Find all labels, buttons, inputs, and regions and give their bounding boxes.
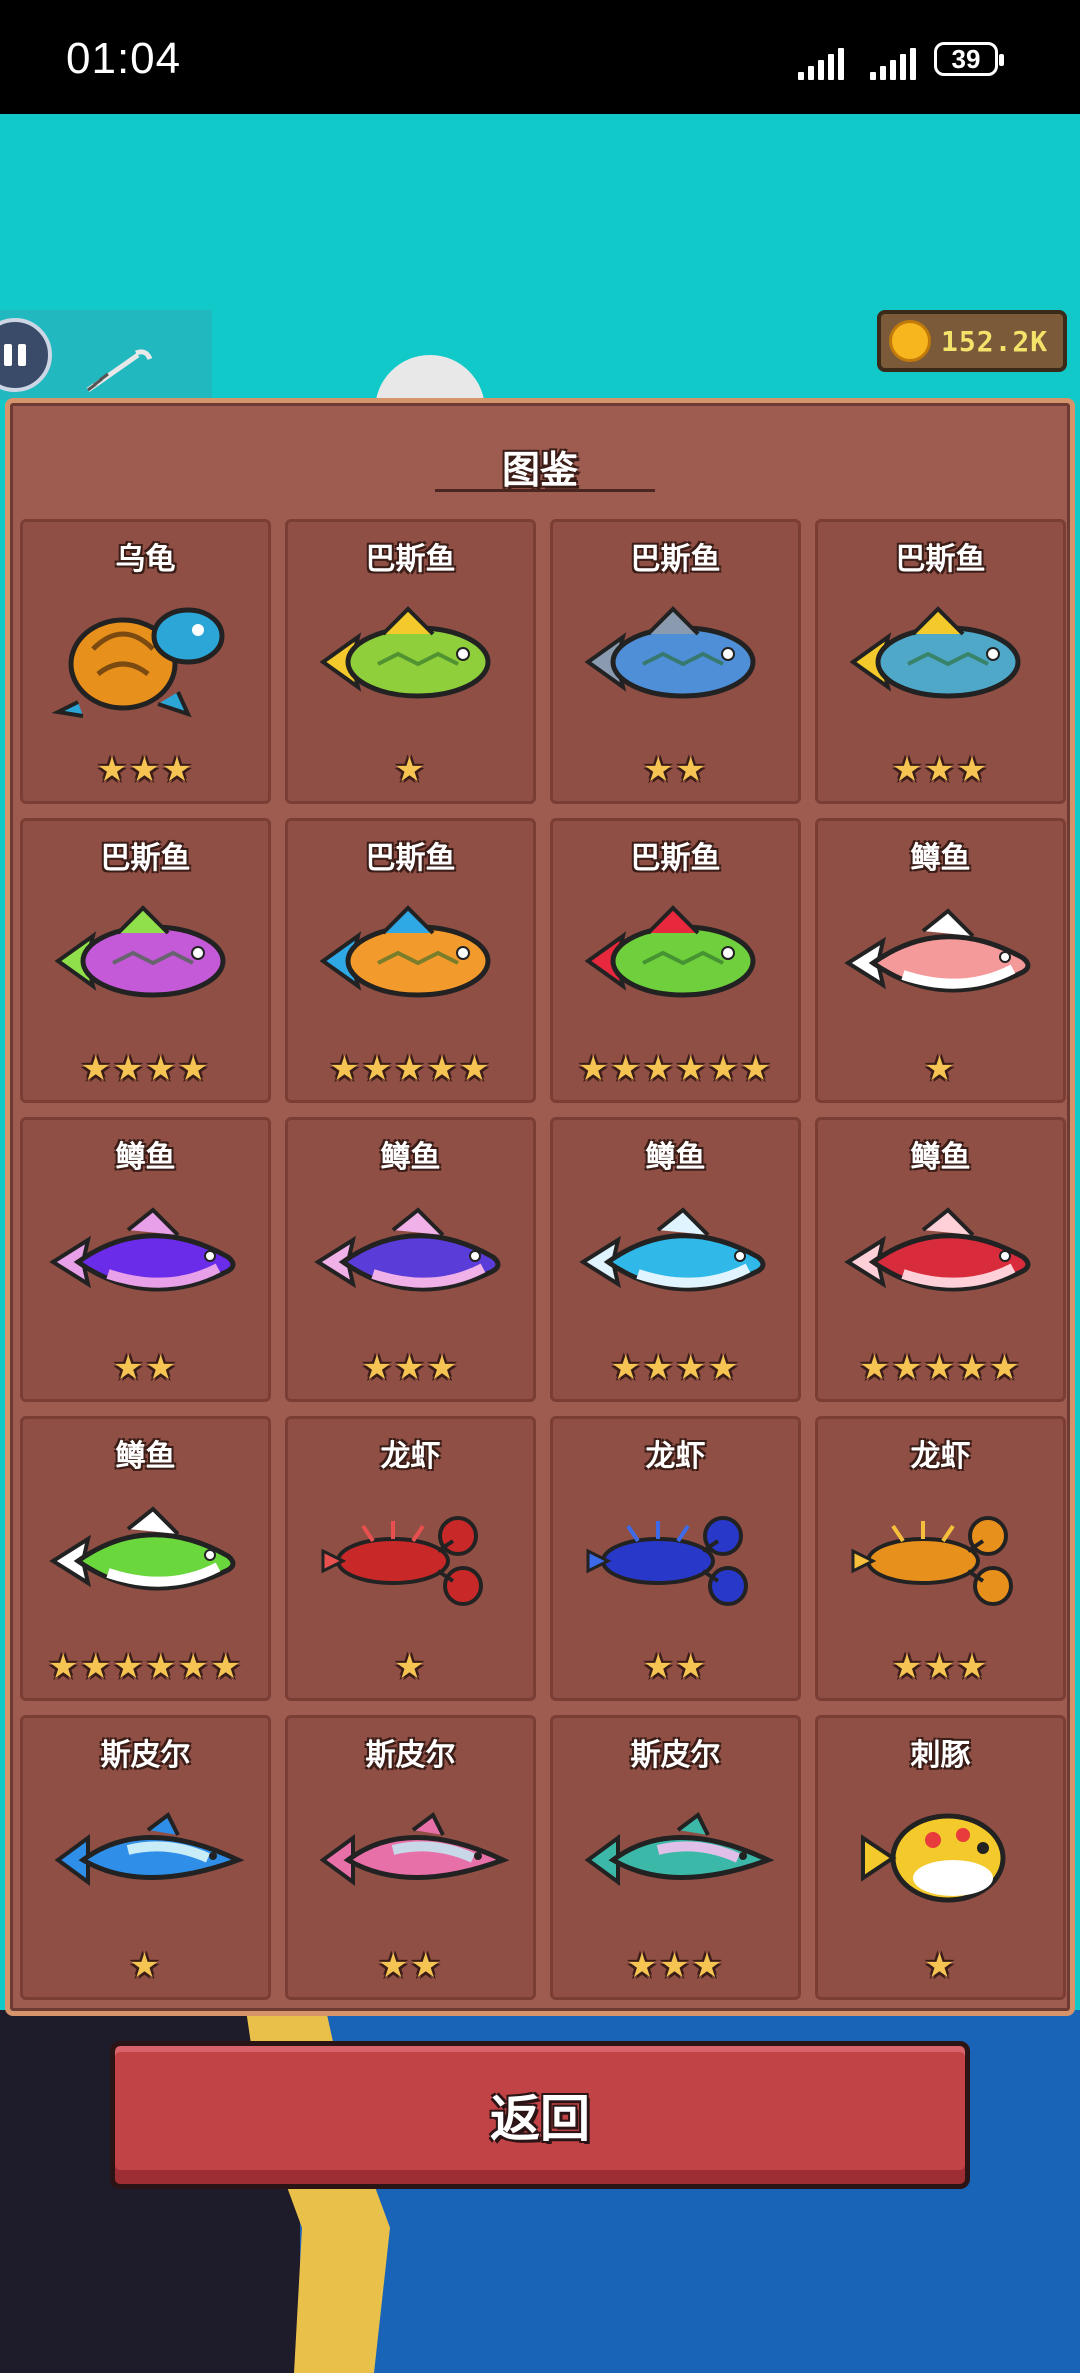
collection-card[interactable]: 刺豚 ★ xyxy=(815,1715,1066,2000)
collection-card[interactable]: 巴斯鱼 ★★★★ xyxy=(20,818,271,1103)
title-underline xyxy=(435,489,655,492)
collection-card[interactable]: 龙虾 ★★ xyxy=(550,1416,801,1701)
trout-icon xyxy=(833,883,1048,1033)
signal-icon-2 xyxy=(870,40,918,80)
star-rating: ★ xyxy=(394,1647,427,1687)
card-name: 巴斯鱼 xyxy=(100,841,191,876)
star-rating: ★★★ xyxy=(891,750,990,790)
collection-grid: 乌龟 ★★★巴斯鱼 ★巴斯鱼 ★★巴斯鱼 ★★★巴斯鱼 ★★★★巴斯鱼 xyxy=(20,519,1070,2000)
card-name: 斯皮尔 xyxy=(100,1738,191,1773)
collection-card[interactable]: 龙虾 ★★★ xyxy=(815,1416,1066,1701)
bass-fish-icon xyxy=(38,883,253,1033)
bass-fish-icon xyxy=(568,883,783,1033)
collection-card[interactable]: 鳟鱼 ★★★★ xyxy=(550,1117,801,1402)
star-rating: ★★★ xyxy=(891,1647,990,1687)
lobster-icon xyxy=(833,1481,1048,1631)
collection-card[interactable]: 鳟鱼 ★ xyxy=(815,818,1066,1103)
bass-fish-icon xyxy=(303,584,518,734)
star-rating: ★★ xyxy=(378,1946,443,1986)
collection-card[interactable]: 鳟鱼 ★★★ xyxy=(285,1117,536,1402)
collection-card[interactable]: 巴斯鱼 ★ xyxy=(285,519,536,804)
back-button[interactable]: 返回 xyxy=(110,2041,970,2189)
collection-card[interactable]: 龙虾 ★ xyxy=(285,1416,536,1701)
card-name: 鳟鱼 xyxy=(910,841,971,876)
collection-card[interactable]: 乌龟 ★★★ xyxy=(20,519,271,804)
coin-counter: 152.2K xyxy=(877,310,1067,372)
star-rating: ★★ xyxy=(643,750,708,790)
trout-icon xyxy=(568,1182,783,1332)
star-rating: ★★★ xyxy=(96,750,195,790)
bass-fish-icon xyxy=(568,584,783,734)
fishing-hook-icon[interactable] xyxy=(78,345,158,395)
star-rating: ★ xyxy=(924,1049,957,1089)
card-name: 斯皮尔 xyxy=(630,1738,721,1773)
collection-card[interactable]: 斯皮尔 ★★ xyxy=(285,1715,536,2000)
panel-title: 图鉴 xyxy=(501,448,578,492)
card-name: 乌龟 xyxy=(115,542,176,577)
card-name: 刺豚 xyxy=(910,1738,971,1773)
lobster-icon xyxy=(568,1481,783,1631)
card-name: 龙虾 xyxy=(380,1439,441,1474)
star-rating: ★ xyxy=(394,750,427,790)
collection-card[interactable]: 鳟鱼 ★★★★★ xyxy=(815,1117,1066,1402)
card-name: 龙虾 xyxy=(910,1439,971,1474)
card-name: 斯皮尔 xyxy=(365,1738,456,1773)
collection-card[interactable]: 巴斯鱼 ★★★★★★ xyxy=(550,818,801,1103)
card-name: 鳟鱼 xyxy=(910,1140,971,1175)
trout-icon xyxy=(303,1182,518,1332)
star-rating: ★★★ xyxy=(626,1946,725,1986)
coin-icon xyxy=(889,320,931,362)
star-rating: ★★ xyxy=(113,1348,178,1388)
star-rating: ★★ xyxy=(643,1647,708,1687)
star-rating: ★★★★ xyxy=(610,1348,741,1388)
bass-fish-icon xyxy=(833,584,1048,734)
star-rating: ★★★★★★ xyxy=(48,1647,243,1687)
star-rating: ★★★★★ xyxy=(859,1348,1022,1388)
turtle-icon xyxy=(38,584,253,734)
star-rating: ★ xyxy=(924,1946,957,1986)
collection-card[interactable]: 鳟鱼 ★★ xyxy=(20,1117,271,1402)
star-rating: ★★★★★★ xyxy=(578,1049,773,1089)
card-name: 巴斯鱼 xyxy=(630,542,721,577)
trout-icon xyxy=(833,1182,1048,1332)
card-name: 巴斯鱼 xyxy=(630,841,721,876)
star-rating: ★ xyxy=(129,1946,162,1986)
card-name: 巴斯鱼 xyxy=(365,841,456,876)
card-name: 龙虾 xyxy=(645,1439,706,1474)
collection-card[interactable]: 巴斯鱼 ★★ xyxy=(550,519,801,804)
card-name: 巴斯鱼 xyxy=(365,542,456,577)
collection-card[interactable]: 巴斯鱼 ★★★★★ xyxy=(285,818,536,1103)
signal-icon xyxy=(798,40,846,80)
spear-fish-icon xyxy=(568,1780,783,1930)
battery-icon: 39 xyxy=(934,42,1004,76)
collection-card[interactable]: 斯皮尔 ★★★ xyxy=(550,1715,801,2000)
card-name: 鳟鱼 xyxy=(115,1439,176,1474)
status-bar: 01:04 39 xyxy=(0,0,1080,114)
trout-icon xyxy=(38,1481,253,1631)
collection-card[interactable]: 鳟鱼 ★★★★★★ xyxy=(20,1416,271,1701)
card-name: 鳟鱼 xyxy=(645,1140,706,1175)
trout-icon xyxy=(38,1182,253,1332)
pufferfish-icon xyxy=(833,1780,1048,1930)
card-name: 巴斯鱼 xyxy=(895,542,986,577)
bass-fish-icon xyxy=(303,883,518,1033)
status-time: 01:04 xyxy=(66,34,182,83)
star-rating: ★★★★★ xyxy=(329,1049,492,1089)
card-name: 鳟鱼 xyxy=(380,1140,441,1175)
collection-card[interactable]: 巴斯鱼 ★★★ xyxy=(815,519,1066,804)
star-rating: ★★★★ xyxy=(80,1049,211,1089)
coin-value: 152.2K xyxy=(941,324,1049,358)
card-name: 鳟鱼 xyxy=(115,1140,176,1175)
collection-card[interactable]: 斯皮尔 ★ xyxy=(20,1715,271,2000)
star-rating: ★★★ xyxy=(361,1348,460,1388)
spear-fish-icon xyxy=(38,1780,253,1930)
spear-fish-icon xyxy=(303,1780,518,1930)
collection-panel: 图鉴 乌龟 ★★★ 巴斯鱼 ★ 巴斯鱼 ★★ 巴斯鱼 ★★★ 巴斯鱼 ★★★★ 巴斯鱼 xyxy=(5,398,1075,2016)
lobster-icon xyxy=(303,1481,518,1631)
